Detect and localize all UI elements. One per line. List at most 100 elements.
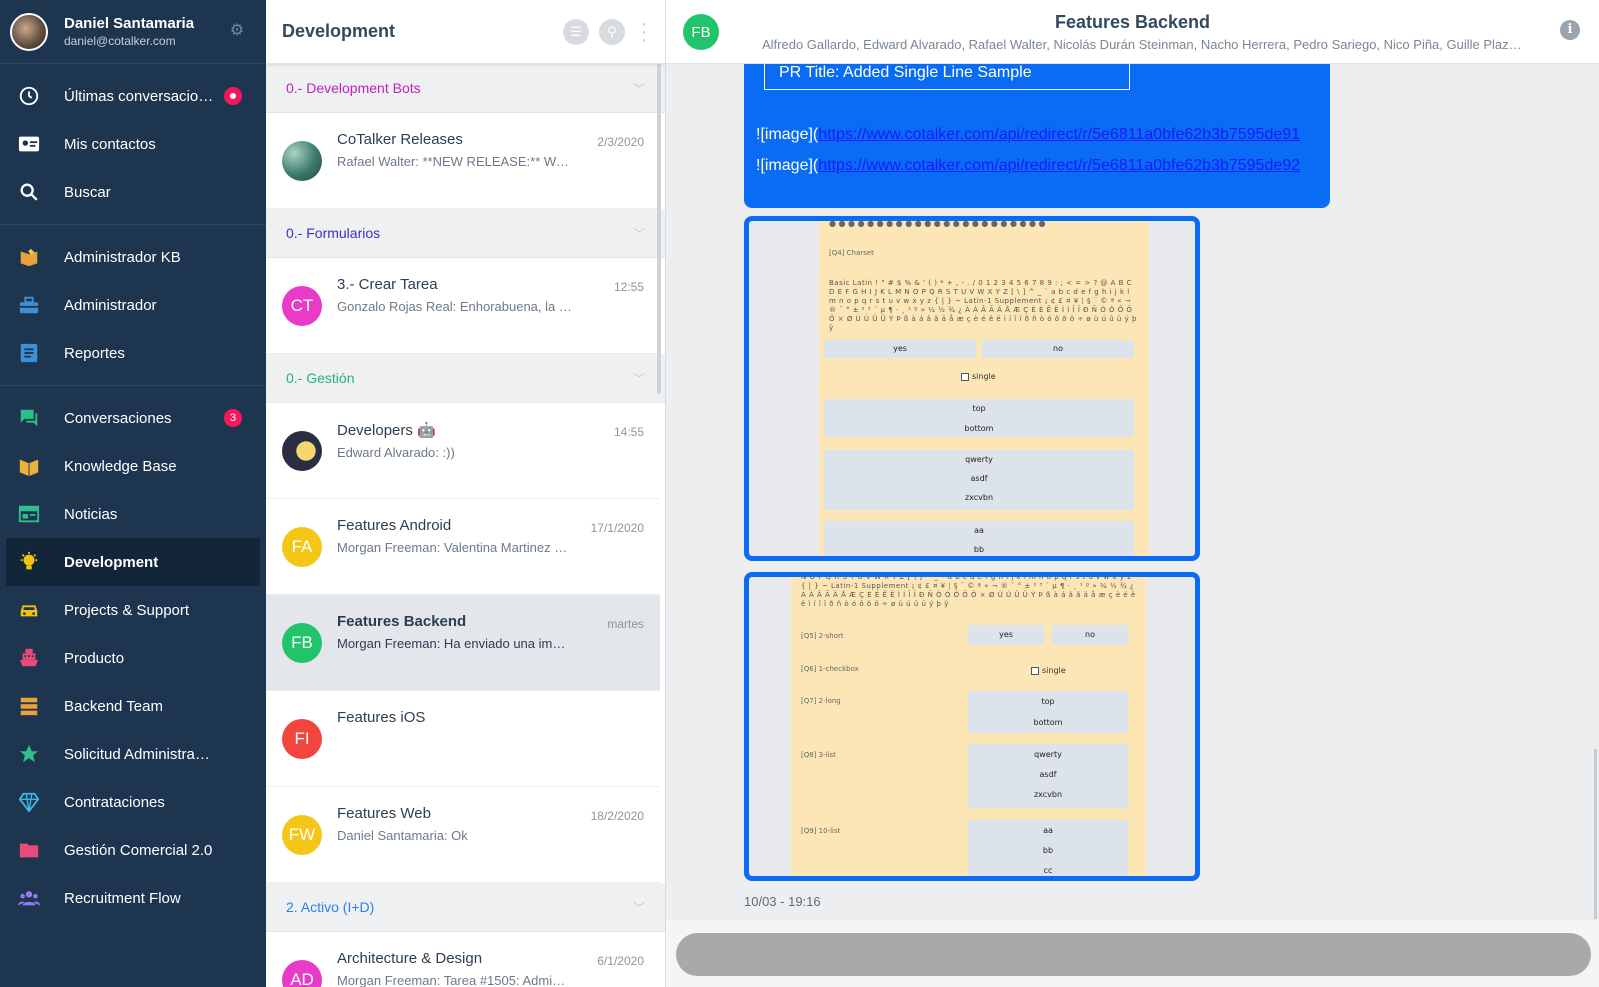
sidebar-item-reportes[interactable]: Reportes xyxy=(0,329,266,377)
channel-row[interactable]: CT 3.- Crear Tarea Gonzalo Rojas Real: Enh… xyxy=(266,258,660,354)
image-attachment-2[interactable]: N O P Q R S T U V W X Y Z [ \ ] ^ _ ` a … xyxy=(744,572,1200,881)
task-list-icon[interactable]: ☰ xyxy=(563,18,589,45)
channel-last-message: Daniel Santamaria: Ok xyxy=(337,828,468,843)
channel-avatar: FW xyxy=(282,815,322,855)
channel-last-message: Edward Alvarado: :)) xyxy=(337,445,455,460)
profile-header[interactable]: Daniel Santamaria daniel@cotalker.com ⚙ xyxy=(0,0,266,64)
message-timestamp: 10/03 - 19:16 xyxy=(744,894,821,909)
lightbulb-icon xyxy=(18,551,40,573)
channel-row[interactable]: Developers 🤖 Edward Alvarado: :)) 14:55 xyxy=(266,403,660,499)
sidebar-item-development[interactable]: Development xyxy=(6,538,260,586)
channel-group-header[interactable]: 2. Activo (I+D) ﹀ xyxy=(266,883,665,932)
top-bottom-options: top bottom xyxy=(824,399,1134,437)
sidebar-item-label: Knowledge Base xyxy=(64,457,177,475)
form-screenshot-1: ● ● ● ● ● ● ● ● ● ● ● ● ● ● ● ● ● ● ● ● … xyxy=(819,219,1149,556)
channel-list-header: Development ☰ ⚲ · · · xyxy=(266,0,665,64)
channel-last-message: Rafael Walter: **NEW RELEASE:** Web … xyxy=(337,154,572,169)
channel-group-label: 0.- Formularios xyxy=(286,225,381,241)
channel-timestamp: martes xyxy=(607,617,644,631)
charset-text: Basic Latin ! " # $ % & ' ( ) * + , - . … xyxy=(829,279,1137,332)
link-url-1[interactable]: https://www.cotalker.com/api/redirect/r/… xyxy=(818,126,1300,143)
message-input[interactable] xyxy=(676,933,1591,976)
message-bubble: PR Title: Added Single Line Sample ![ima… xyxy=(744,58,1330,208)
sidebar-item-recruitment-flow[interactable]: Recruitment Flow xyxy=(0,874,266,922)
sidebar-item-buscar[interactable]: Buscar xyxy=(0,168,266,216)
option-bb: bb xyxy=(1042,846,1054,855)
channel-list: 0.- Development Bots ﹀ CoTalker Releases Ra… xyxy=(266,64,665,987)
channel-group-header[interactable]: 0.- Development Bots ﹀ xyxy=(266,64,665,113)
profile-email: daniel@cotalker.com xyxy=(64,34,176,48)
channel-row[interactable]: FW Features Web Daniel Santamaria: Ok 18/2/… xyxy=(266,787,660,883)
info-icon[interactable]: i xyxy=(1560,20,1580,40)
chevron-down-icon[interactable]: ﹀ xyxy=(633,370,645,387)
option-cc: cc xyxy=(1043,866,1053,875)
conversation-members[interactable]: Alfredo Gallardo, Edward Alvarado, Rafae… xyxy=(762,37,1522,52)
channel-avatar xyxy=(282,141,322,181)
list-options: qwerty asdf zxcvbn xyxy=(968,744,1128,808)
sidebar-item-conversaciones[interactable]: Conversaciones 3 xyxy=(0,394,266,442)
form-screenshot-2: N O P Q R S T U V W X Y Z [ \ ] ^ _ ` a … xyxy=(791,577,1146,876)
chevron-down-icon[interactable]: ﹀ xyxy=(633,80,645,97)
sidebar-item-administrador[interactable]: Administrador xyxy=(0,281,266,329)
sidebar-item-gestion-comercial-2-0[interactable]: Gestión Comercial 2.0 xyxy=(0,826,266,874)
channel-row[interactable]: FB Features Backend Morgan Freeman: Ha env… xyxy=(266,595,660,691)
channel-timestamp: 12:55 xyxy=(613,280,644,294)
sidebar-item-solicitud-administrat[interactable]: Solicitud Administrat… xyxy=(0,730,266,778)
channel-timestamp: 14:55 xyxy=(613,425,644,439)
channel-row[interactable]: AD Architecture & Design Morgan Freeman: T… xyxy=(266,932,660,987)
channel-row[interactable]: CoTalker Releases Rafael Walter: **NEW RE… xyxy=(266,113,660,209)
chevron-down-icon[interactable]: ﹀ xyxy=(633,225,645,242)
profile-name: Daniel Santamaria xyxy=(64,15,195,32)
gear-icon[interactable]: ⚙ xyxy=(228,22,246,40)
channel-group-header[interactable]: 0.- Formularios ﹀ xyxy=(266,209,665,258)
sidebar-item-mis-contactos[interactable]: Mis contactos xyxy=(0,120,266,168)
channel-row[interactable]: FI Features iOS xyxy=(266,691,660,787)
sidebar-item-label: Conversaciones xyxy=(64,409,172,427)
option-aa: aa xyxy=(974,526,984,535)
chevron-down-icon[interactable]: ﹀ xyxy=(633,899,645,916)
sidebar-item-knowledge-base[interactable]: Knowledge Base xyxy=(0,442,266,490)
option-qwerty: qwerty xyxy=(1034,750,1062,759)
sidebar-item-projects-support[interactable]: Projects & Support xyxy=(0,586,266,634)
sidebar-item-producto[interactable]: Producto xyxy=(0,634,266,682)
link-prefix: ![image]( xyxy=(756,157,819,174)
channel-list-panel: Development ☰ ⚲ · · · 0.- Development Bots… xyxy=(266,0,666,987)
search-icon[interactable]: ⚲ xyxy=(599,18,625,45)
channel-list-scrollbar[interactable] xyxy=(657,64,661,394)
charset-text: N O P Q R S T U V W X Y Z [ \ ] ^ _ ` a … xyxy=(801,573,1136,608)
channel-timestamp: 18/2/2020 xyxy=(590,809,644,823)
search-icon xyxy=(18,181,40,203)
open-book-icon xyxy=(18,455,40,477)
sidebar-item-label: Últimas conversacio… xyxy=(64,87,214,105)
multi-list-options: aa bb xyxy=(824,521,1134,556)
message-scrollbar[interactable] xyxy=(1594,749,1597,919)
newspaper-icon xyxy=(18,503,40,525)
channel-group-header[interactable]: 0.- Gestión ﹀ xyxy=(266,354,665,403)
top-bottom-options: top bottom xyxy=(968,691,1128,733)
option-zxcvbn: zxcvbn xyxy=(1033,790,1063,799)
link-url-2[interactable]: https://www.cotalker.com/api/redirect/r/… xyxy=(818,157,1300,174)
emoji-row: ● ● ● ● ● ● ● ● ● ● ● ● ● ● ● ● ● ● ● ● … xyxy=(829,219,1046,228)
sidebar-item-ultimas-conversacio[interactable]: Últimas conversacio… xyxy=(0,72,266,120)
sidebar-item-administrador-kb[interactable]: Administrador KB xyxy=(0,233,266,281)
channel-row[interactable]: FA Features Android Morgan Freeman: Valent… xyxy=(266,499,660,595)
channel-last-message: Morgan Freeman: Ha enviado una imagen xyxy=(337,636,572,651)
contact-card-icon xyxy=(18,133,40,155)
sidebar-item-label: Recruitment Flow xyxy=(64,889,181,907)
question-label: [Q5] 2-short xyxy=(801,632,844,640)
clock-icon xyxy=(18,85,40,107)
more-options-icon[interactable]: · · · xyxy=(639,14,649,50)
question-label: [Q8] 3-list xyxy=(801,751,836,759)
channel-group-label: 0.- Development Bots xyxy=(286,80,421,96)
multi-list-options: aa bb cc xyxy=(968,820,1128,876)
image-attachment-1[interactable]: ● ● ● ● ● ● ● ● ● ● ● ● ● ● ● ● ● ● ● ● … xyxy=(744,216,1200,561)
sidebar-item-contrataciones[interactable]: Contrataciones xyxy=(0,778,266,826)
sidebar-item-label: Development xyxy=(64,553,159,571)
sidebar-item-noticias[interactable]: Noticias xyxy=(0,490,266,538)
sidebar: Daniel Santamaria daniel@cotalker.com ⚙ … xyxy=(0,0,266,987)
question-label: [Q9] 10-list xyxy=(801,827,841,835)
toolbox-icon xyxy=(18,294,40,316)
channel-timestamp: 2/3/2020 xyxy=(597,135,644,149)
sidebar-item-backend-team[interactable]: Backend Team xyxy=(0,682,266,730)
channel-name: Developers 🤖 xyxy=(337,422,436,439)
